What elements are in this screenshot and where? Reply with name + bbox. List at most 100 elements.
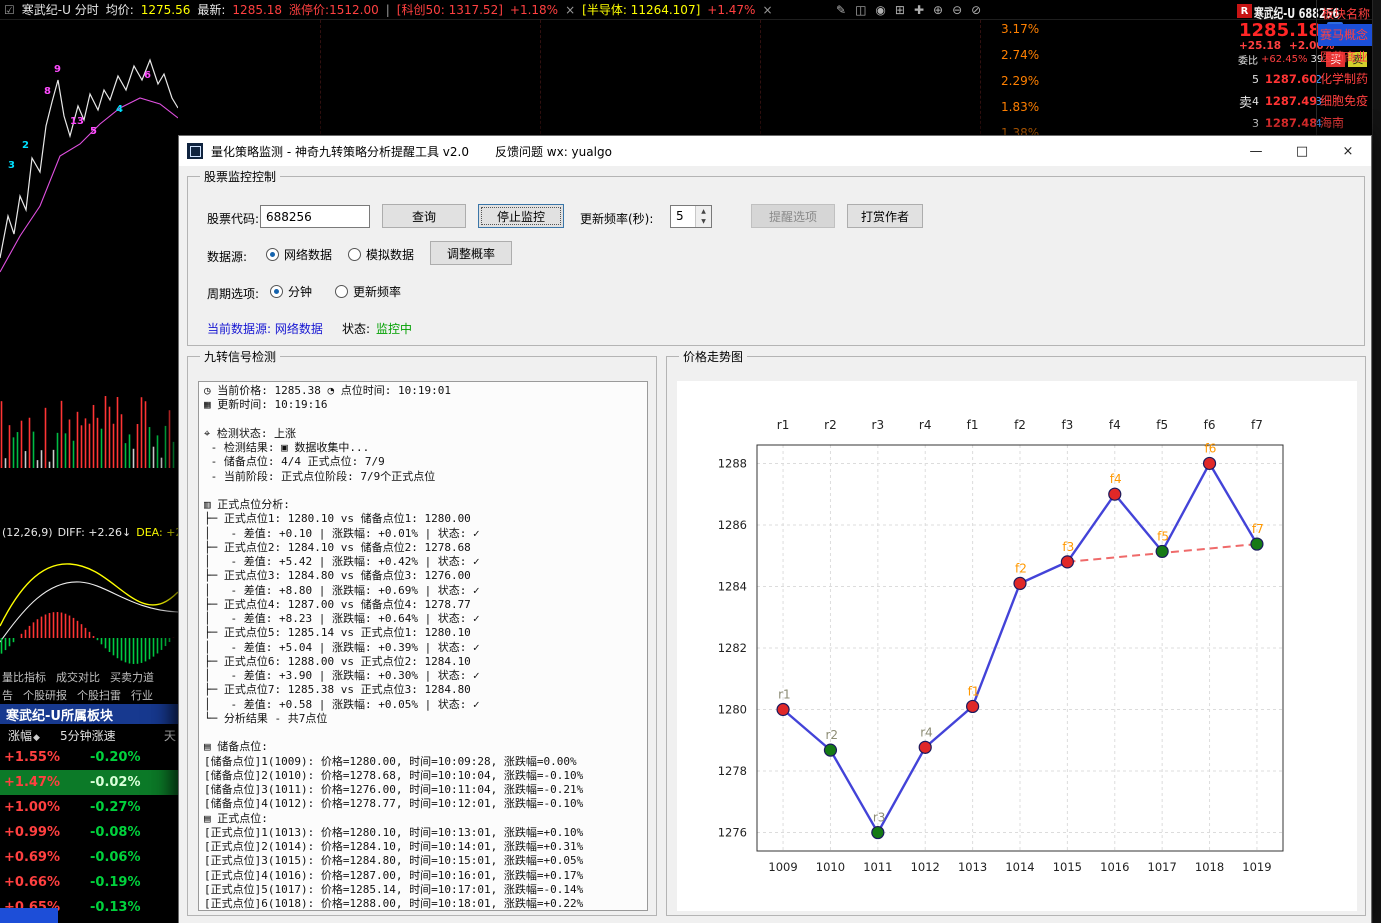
log-line: [储备点位]4(1012): 价格=1278.77, 时间=10:12:01, … xyxy=(204,797,647,811)
indicator-tab[interactable]: 量比指标 xyxy=(2,669,46,685)
log-line: [正式点位]4(1016): 价格=1287.00, 时间=10:16:01, … xyxy=(204,869,647,883)
toolbar-icon[interactable]: ⊞ xyxy=(895,3,905,17)
maximize-button[interactable]: □ xyxy=(1279,136,1325,166)
dialog-titlebar[interactable]: 量化策略监测 - 神奇九转策略分析提醒工具 v2.0 反馈问题 wx: yual… xyxy=(179,136,1371,166)
checkbox-icon[interactable]: ☑ xyxy=(4,3,15,17)
spinner-up-icon[interactable]: ▲ xyxy=(696,206,711,217)
stock-name-label: 寒武纪-U 分时 xyxy=(22,1,99,18)
sector-row[interactable]: +1.00%-0.27% xyxy=(0,795,178,820)
sort-icon: ◆ xyxy=(33,733,40,743)
sector-row[interactable]: +0.66%-0.19% xyxy=(0,870,178,895)
column-change[interactable]: 涨幅◆ xyxy=(8,727,40,744)
radio-icon xyxy=(270,285,283,298)
indicator-tab[interactable]: 成交对比 xyxy=(56,669,100,685)
index1-label[interactable]: [科创50: 1317.52] xyxy=(397,1,503,18)
reward-author-button[interactable]: 打赏作者 xyxy=(847,204,923,228)
radio-network-data[interactable]: 网络数据 xyxy=(266,246,332,263)
svg-text:1012: 1012 xyxy=(911,860,940,874)
indicator-tab[interactable]: 行业 xyxy=(131,687,153,703)
current-datasource-text: 当前数据源: 网络数据 xyxy=(207,320,323,337)
grid-line xyxy=(320,20,321,134)
radio-sim-data[interactable]: 模拟数据 xyxy=(348,246,414,263)
turn-mark: 6 xyxy=(144,70,151,81)
svg-text:1013: 1013 xyxy=(958,860,987,874)
bottom-selection-fragment xyxy=(0,908,58,923)
svg-text:1015: 1015 xyxy=(1053,860,1082,874)
macd-pane-svg xyxy=(0,542,178,664)
indicator-tab[interactable]: 个股扫雷 xyxy=(77,687,121,703)
sector-row[interactable]: +0.69%-0.06% xyxy=(0,845,178,870)
toolbar-icon[interactable]: ✎ xyxy=(836,3,846,17)
radio-minute[interactable]: 分钟 xyxy=(270,283,312,300)
sector-speed: -0.08% xyxy=(90,825,141,840)
svg-text:r4: r4 xyxy=(920,725,933,739)
r-badge: R xyxy=(1237,4,1252,18)
ask-row: 31287.484 xyxy=(1252,112,1322,134)
sector-row[interactable]: +0.99%-0.08% xyxy=(0,820,178,845)
sector-row[interactable]: +1.55%-0.20% xyxy=(0,745,178,770)
update-freq-spinner[interactable]: 5 ▲ ▼ xyxy=(670,205,712,228)
sector-list-header: 板块名称 xyxy=(1322,5,1370,22)
log-line: ◷ 当前价格: 1285.38 ◔ 点位时间: 10:19:01 xyxy=(204,384,647,398)
sector-list-item[interactable]: 细胞免疫 xyxy=(1318,90,1374,112)
separator: | xyxy=(386,3,390,17)
radio-label: 网络数据 xyxy=(284,246,332,263)
log-line: ├─ 正式点位2: 1284.10 vs 储备点位2: 1278.68 xyxy=(204,541,647,555)
svg-text:r1: r1 xyxy=(778,688,791,702)
sector-list-item[interactable]: 化学制药 xyxy=(1318,68,1374,90)
sector-row[interactable]: +1.47%-0.02% xyxy=(0,770,178,795)
sector-list-item[interactable]: 医药商业 xyxy=(1318,46,1374,68)
macd-params: (12,26,9) xyxy=(2,526,53,540)
indicator-tab[interactable]: 个股研报 xyxy=(23,687,67,703)
axis-percent-labels: 3.17%2.74%2.29%1.83%1.38% xyxy=(1001,16,1039,146)
toolbar-icon[interactable]: ✚ xyxy=(914,3,924,17)
turn-mark: 3 xyxy=(8,160,15,171)
indicator-tab[interactable]: 告 xyxy=(2,687,13,703)
column-speed[interactable]: 5分钟涨速 xyxy=(60,727,116,744)
svg-text:1280: 1280 xyxy=(718,703,747,717)
update-freq-label: 更新频率(秒): xyxy=(580,210,653,227)
sector-list-item[interactable]: 海南 xyxy=(1318,112,1374,134)
sector-speed: -0.13% xyxy=(90,900,141,915)
radio-icon xyxy=(348,248,361,261)
svg-text:1010: 1010 xyxy=(816,860,845,874)
ask-level: 5 xyxy=(1252,73,1265,86)
sector-list-item[interactable]: 赛马概念 xyxy=(1318,24,1374,46)
radio-update-freq[interactable]: 更新频率 xyxy=(335,283,401,300)
svg-text:r3: r3 xyxy=(872,418,885,432)
toolbar-icon[interactable]: ⊕ xyxy=(933,3,943,17)
signal-log[interactable]: ◷ 当前价格: 1285.38 ◔ 点位时间: 10:19:01▦ 更新时间: … xyxy=(198,381,648,911)
index2-label[interactable]: [半导体: 11264.107] xyxy=(582,1,700,18)
log-line: ⌖ 检测状态: 上涨 xyxy=(204,427,647,441)
sector-change: +0.69% xyxy=(0,850,90,865)
svg-text:1282: 1282 xyxy=(718,641,747,655)
sector-speed: -0.19% xyxy=(90,875,141,890)
stop-monitor-button[interactable]: 停止监控 xyxy=(478,204,564,228)
sector-speed: -0.02% xyxy=(90,775,141,790)
adjust-probability-button[interactable]: 调整概率 xyxy=(430,241,512,265)
indicator-tab[interactable]: 买卖力道 xyxy=(110,669,154,685)
query-button[interactable]: 查询 xyxy=(382,204,466,228)
right-scrollbar[interactable] xyxy=(1372,0,1381,923)
svg-text:r4: r4 xyxy=(919,418,932,432)
toolbar-icon[interactable]: ⊘ xyxy=(971,3,981,17)
index2-close-icon[interactable]: × xyxy=(762,3,772,17)
svg-text:f6: f6 xyxy=(1204,418,1216,432)
monitor-group-label: 股票监控控制 xyxy=(200,168,280,185)
ask-level: 3 xyxy=(1252,117,1265,130)
radio-icon xyxy=(266,248,279,261)
index1-close-icon[interactable]: × xyxy=(565,3,575,17)
turn-mark: 5 xyxy=(90,126,97,137)
spinner-down-icon[interactable]: ▼ xyxy=(696,217,711,228)
log-line: [正式点位]6(1018): 价格=1288.00, 时间=10:18:01, … xyxy=(204,897,647,911)
minimize-button[interactable]: — xyxy=(1233,136,1279,166)
close-button[interactable]: × xyxy=(1325,136,1371,166)
stock-code-input[interactable]: 688256 xyxy=(260,205,370,228)
grid-line xyxy=(760,20,761,134)
toolbar-icon[interactable]: ◉ xyxy=(875,3,885,17)
svg-text:r2: r2 xyxy=(824,418,837,432)
turn-mark: 2 xyxy=(22,140,29,151)
radio-icon xyxy=(335,285,348,298)
toolbar-icon[interactable]: ⊖ xyxy=(952,3,962,17)
toolbar-icon[interactable]: ◫ xyxy=(855,3,866,17)
